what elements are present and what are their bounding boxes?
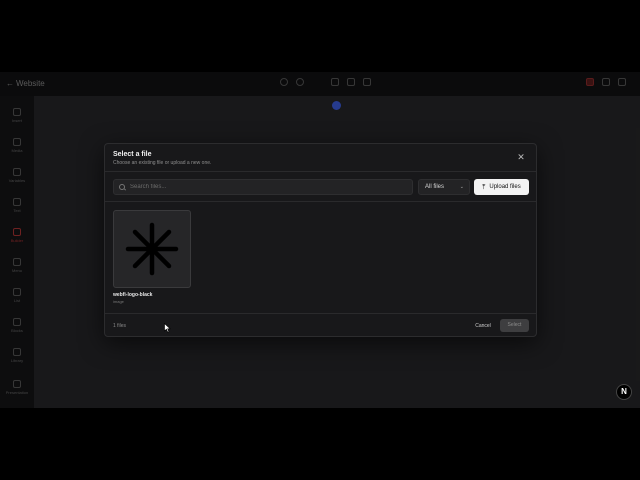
upload-files-button[interactable]: ⤒ Upload files	[474, 179, 529, 195]
toolbar-divider	[105, 201, 536, 202]
upload-icon: ⤒	[482, 183, 486, 191]
asterisk-logo-icon	[125, 222, 179, 276]
file-meta: image	[113, 299, 124, 304]
search-field[interactable]	[113, 179, 413, 195]
search-icon	[119, 183, 126, 191]
file-type-value: All files	[425, 184, 445, 190]
dialog-title: Select a file	[113, 151, 152, 158]
header-divider	[105, 171, 536, 172]
dialog-subtitle: Choose an existing file or upload a new …	[113, 160, 212, 166]
upload-label: Upload files	[489, 184, 521, 190]
mouse-cursor-icon	[164, 323, 171, 333]
close-icon[interactable]: ✕	[516, 152, 526, 162]
footer-divider	[105, 313, 536, 314]
file-name: webfi-logo-black	[113, 292, 153, 298]
select-file-dialog: Select a file Choose an existing file or…	[104, 143, 537, 337]
file-card[interactable]	[113, 210, 191, 333]
search-input[interactable]	[130, 184, 400, 190]
file-type-select[interactable]: All files ⌄	[418, 179, 470, 195]
select-button[interactable]: Select	[500, 319, 529, 332]
cancel-button[interactable]: Cancel	[469, 320, 497, 332]
n-badge-icon[interactable]: N	[616, 384, 632, 400]
file-count: 1 files	[113, 323, 127, 329]
chevron-down-icon: ⌄	[459, 184, 464, 190]
